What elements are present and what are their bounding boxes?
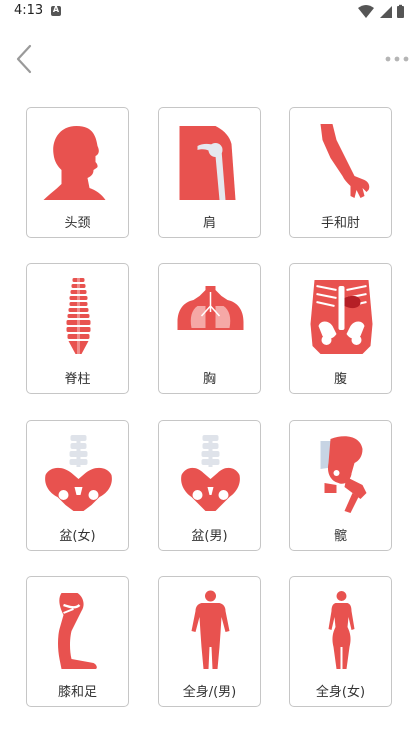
status-bar: 4:13 A	[0, 0, 420, 24]
card-spine[interactable]: 脊柱	[26, 263, 129, 394]
card-label: 脊柱	[64, 372, 91, 387]
card-label: 肩	[202, 216, 216, 231]
signal-icon	[380, 6, 392, 18]
card-knee-foot[interactable]: 膝和足	[26, 576, 129, 707]
card-head-neck[interactable]: 头颈	[26, 107, 129, 238]
card-label: 手和肘	[320, 216, 360, 231]
more-dots-icon	[385, 56, 409, 62]
card-label: 全身/(男)	[182, 685, 237, 700]
card-label: 全身(女)	[315, 685, 366, 700]
battery-icon	[397, 6, 404, 18]
abdomen-icon	[310, 280, 373, 354]
card-chest[interactable]: 胸	[158, 263, 261, 394]
head-neck-icon	[43, 126, 106, 200]
back-button[interactable]	[10, 42, 40, 76]
card-label: 盆(女)	[59, 529, 96, 544]
hip-icon	[320, 436, 367, 513]
card-hand-elbow[interactable]: 手和肘	[289, 107, 392, 238]
pelvis-male-icon	[181, 435, 240, 511]
chest-icon	[177, 286, 244, 330]
knee-foot-icon	[58, 593, 97, 669]
notification-letter: A	[52, 5, 60, 14]
card-hip[interactable]: 髋	[289, 420, 392, 551]
card-label: 头颈	[64, 216, 91, 231]
notification-icon: A	[51, 5, 61, 16]
spine-icon	[66, 278, 91, 354]
card-abdomen[interactable]: 腹	[289, 263, 392, 394]
card-pelvis-female[interactable]: 盆(女)	[26, 420, 129, 551]
card-label: 盆(男)	[191, 529, 228, 544]
card-shoulder[interactable]: 肩	[158, 107, 261, 238]
full-body-male-icon	[191, 590, 230, 669]
card-label: 膝和足	[57, 685, 97, 700]
shoulder-icon	[179, 126, 236, 200]
card-label: 髋	[333, 529, 347, 544]
card-label: 胸	[202, 372, 216, 387]
more-options-button[interactable]	[384, 46, 410, 72]
card-pelvis-male[interactable]: 盆(男)	[158, 420, 261, 551]
wifi-icon	[358, 5, 374, 18]
status-icons	[358, 4, 404, 18]
card-full-body-female[interactable]: 全身(女)	[289, 576, 392, 707]
card-full-body-male[interactable]: 全身/(男)	[158, 576, 261, 707]
full-body-female-icon	[328, 591, 355, 669]
hand-elbow-icon	[320, 124, 370, 198]
chevron-left-icon	[16, 44, 32, 74]
nav-bar	[0, 36, 420, 82]
pelvis-female-icon	[45, 435, 112, 511]
card-label: 腹	[333, 372, 347, 387]
status-time: 4:13	[14, 3, 44, 18]
